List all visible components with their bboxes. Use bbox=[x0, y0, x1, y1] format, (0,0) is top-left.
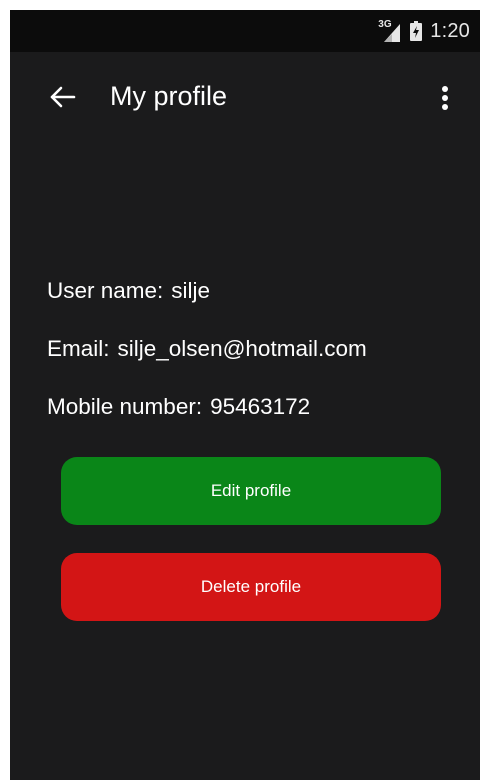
phone-screen: 3G 1:20 My profile User name: silje Emai… bbox=[10, 10, 480, 780]
username-value: silje bbox=[171, 278, 211, 303]
page-title: My profile bbox=[110, 81, 228, 111]
status-icons: 3G 1:20 bbox=[378, 10, 470, 52]
back-arrow-icon bbox=[50, 86, 76, 108]
delete-profile-label: Delete profile bbox=[200, 577, 302, 596]
email-label: Email: bbox=[47, 336, 110, 361]
network-type-label: 3G bbox=[378, 19, 392, 30]
battery-icon bbox=[410, 21, 423, 41]
back-button[interactable] bbox=[46, 80, 80, 114]
app-bar: My profile bbox=[10, 52, 480, 140]
mobile-label: Mobile number: bbox=[47, 394, 203, 419]
delete-profile-button[interactable]: Delete profile bbox=[61, 553, 441, 621]
status-time: 1:20 bbox=[430, 19, 470, 42]
email-value: silje_olsen@hotmail.com bbox=[117, 336, 367, 361]
mobile-row: Mobile number: 95463172 bbox=[47, 392, 310, 422]
username-row: User name: silje bbox=[47, 276, 210, 306]
username-label: User name: bbox=[47, 278, 164, 303]
signal-icon: 3G bbox=[378, 19, 402, 42]
edit-profile-label: Edit profile bbox=[210, 481, 292, 500]
mobile-value: 95463172 bbox=[210, 394, 311, 419]
edit-profile-button[interactable]: Edit profile bbox=[61, 457, 441, 525]
more-vert-icon bbox=[442, 86, 448, 110]
overflow-menu-button[interactable] bbox=[428, 80, 462, 116]
status-bar: 3G 1:20 bbox=[10, 10, 480, 52]
email-row: Email: silje_olsen@hotmail.com bbox=[47, 334, 367, 364]
